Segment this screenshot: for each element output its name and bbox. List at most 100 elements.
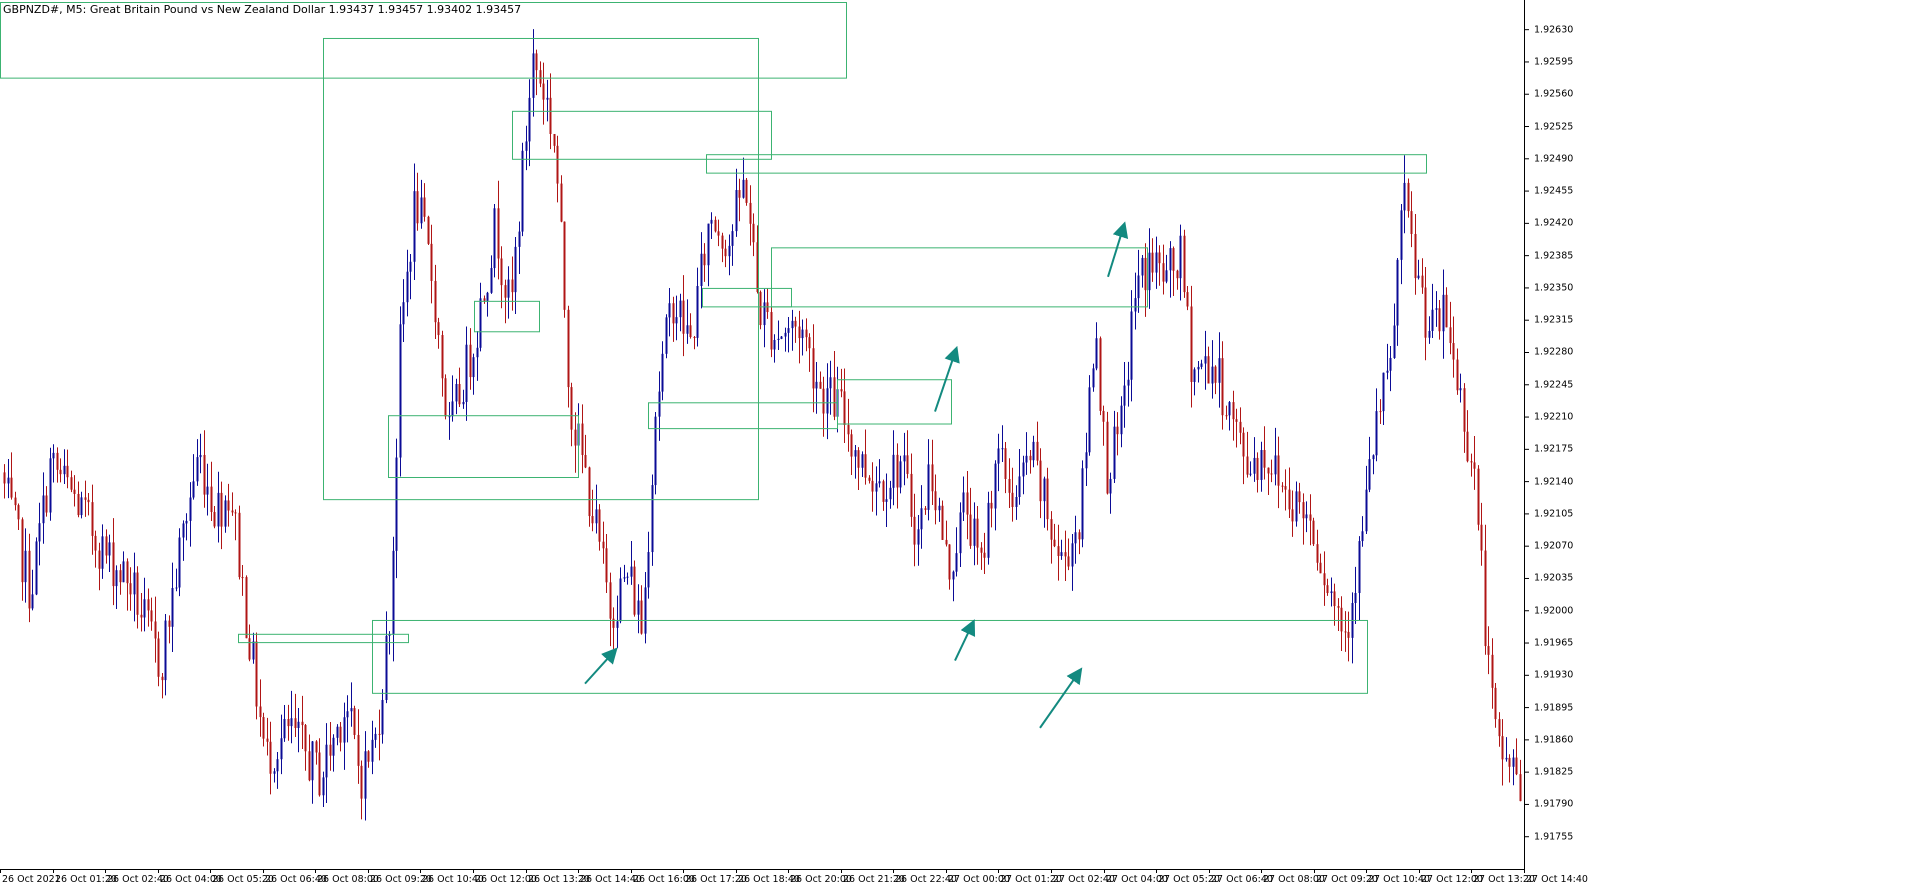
candle-body bbox=[105, 536, 108, 556]
candle-body bbox=[784, 332, 787, 337]
candle-body bbox=[297, 721, 300, 728]
y-tick-label: 1.92630 bbox=[1534, 24, 1574, 36]
candle-body bbox=[808, 337, 811, 349]
candle-body bbox=[486, 292, 489, 301]
candle-body bbox=[619, 578, 622, 622]
candle-body bbox=[1018, 476, 1021, 498]
candle-body bbox=[287, 719, 290, 727]
candle-body bbox=[1347, 631, 1350, 638]
candle-body bbox=[1274, 455, 1277, 475]
candle-body bbox=[1162, 263, 1165, 282]
x-tick-label: 27 Oct 14:40 bbox=[1526, 874, 1588, 885]
candle-body bbox=[1060, 552, 1063, 557]
candle-body bbox=[301, 721, 304, 726]
candle-body bbox=[1221, 358, 1224, 416]
candle-body bbox=[80, 497, 83, 516]
candle-body bbox=[1148, 252, 1151, 291]
candle-body bbox=[353, 708, 356, 735]
candle-body bbox=[371, 739, 374, 762]
candle-body bbox=[150, 610, 153, 622]
candle-body bbox=[581, 423, 584, 455]
candle-body bbox=[1141, 257, 1144, 276]
candle-body bbox=[17, 505, 20, 520]
candle-body bbox=[819, 381, 822, 389]
y-tick-label: 1.91825 bbox=[1534, 766, 1574, 778]
candle-body bbox=[1242, 432, 1245, 457]
candle-body bbox=[1197, 366, 1200, 370]
candle-body bbox=[1319, 562, 1322, 574]
candle-body bbox=[129, 583, 132, 595]
y-tick-label: 1.92595 bbox=[1534, 56, 1574, 68]
zone-rectangle bbox=[474, 300, 540, 333]
candle-body bbox=[252, 641, 255, 660]
candle-body bbox=[759, 291, 762, 326]
arrow-annotation bbox=[934, 345, 960, 412]
candle-body bbox=[1396, 259, 1399, 326]
candle-body bbox=[815, 381, 818, 389]
candle-body bbox=[1393, 325, 1396, 358]
candle-body bbox=[336, 726, 339, 738]
candle-body bbox=[990, 502, 993, 509]
candle-body bbox=[161, 676, 164, 681]
candle-body bbox=[525, 141, 528, 151]
candle-body bbox=[1473, 462, 1476, 469]
candle-body bbox=[1340, 607, 1343, 632]
candle-body bbox=[357, 734, 360, 766]
candle-body bbox=[1151, 252, 1154, 273]
candle-body bbox=[616, 621, 619, 628]
candle-body bbox=[651, 485, 654, 553]
candle-body bbox=[1025, 455, 1028, 463]
candle-body bbox=[826, 388, 829, 414]
candle-body bbox=[1281, 485, 1284, 487]
candlestick-chart[interactable] bbox=[0, 0, 1916, 889]
candle-body bbox=[896, 454, 899, 488]
candle-body bbox=[1484, 550, 1487, 647]
candle-body bbox=[787, 328, 790, 333]
candle-body bbox=[1029, 455, 1032, 461]
candle-body bbox=[644, 587, 647, 634]
y-tick-label: 1.92210 bbox=[1534, 411, 1574, 423]
candle-body bbox=[1134, 298, 1137, 312]
candle-body bbox=[1228, 402, 1231, 416]
candle-body bbox=[742, 179, 745, 198]
candle-body bbox=[1389, 357, 1392, 371]
candle-body bbox=[157, 638, 160, 677]
candle-body bbox=[875, 483, 878, 492]
candle-body bbox=[1053, 539, 1056, 547]
candle-body bbox=[1001, 448, 1004, 450]
candle-body bbox=[728, 245, 731, 257]
candle-body bbox=[1109, 478, 1112, 494]
candle-body bbox=[780, 336, 783, 339]
candle-body bbox=[731, 231, 734, 246]
x-tick-label: 26 Oct 2021 bbox=[2, 874, 61, 885]
candle-body bbox=[178, 537, 181, 588]
candle-body bbox=[476, 347, 479, 358]
candle-body bbox=[441, 335, 444, 379]
candle-body bbox=[77, 493, 80, 516]
candle-body bbox=[1316, 544, 1319, 563]
candle-body bbox=[1158, 252, 1161, 264]
candle-body bbox=[220, 492, 223, 527]
candle-body bbox=[1249, 473, 1252, 475]
candle-body bbox=[791, 320, 794, 329]
candle-body bbox=[374, 733, 377, 740]
candle-body bbox=[1344, 631, 1347, 633]
candle-body bbox=[14, 497, 17, 506]
candle-body bbox=[777, 338, 780, 340]
candle-body bbox=[640, 600, 643, 634]
y-tick-label: 1.91895 bbox=[1534, 702, 1574, 714]
candle-body bbox=[773, 339, 776, 350]
candle-body bbox=[1288, 489, 1291, 510]
symbol-header: GBPNZD#, M5: Great Britain Pound vs New … bbox=[3, 3, 522, 16]
candle-body bbox=[1179, 235, 1182, 279]
candle-body bbox=[493, 208, 496, 269]
candle-body bbox=[1232, 402, 1235, 420]
y-tick-label: 1.92070 bbox=[1534, 540, 1574, 552]
candle-body bbox=[479, 298, 482, 348]
candle-body bbox=[1113, 426, 1116, 479]
candle-body bbox=[1515, 757, 1518, 775]
candle-body bbox=[668, 303, 671, 318]
candle-body bbox=[59, 469, 62, 475]
candle-body bbox=[182, 523, 185, 538]
candle-body bbox=[602, 541, 605, 549]
